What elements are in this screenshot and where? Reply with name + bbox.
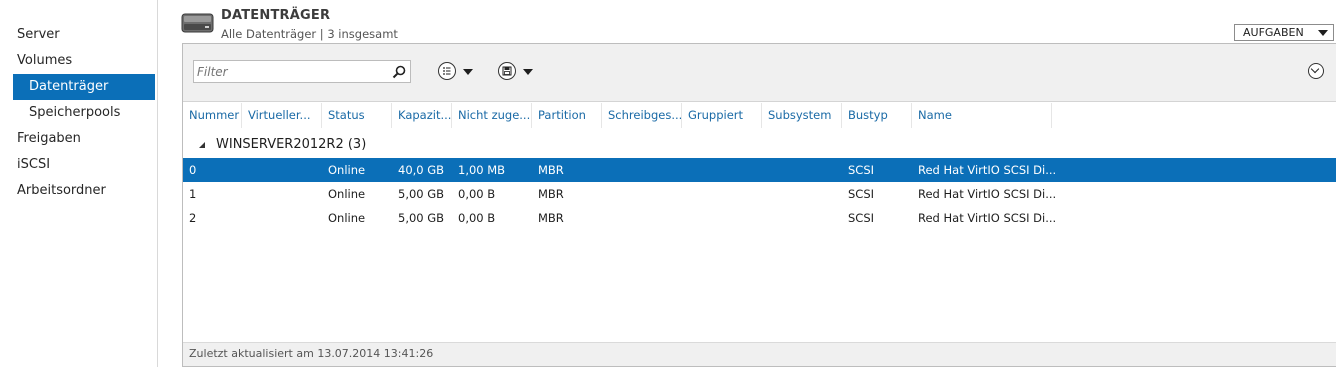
cell-bustyp: SCSI: [848, 187, 875, 201]
cell-name: Red Hat VirtIO SCSI Di...: [918, 163, 1057, 177]
cell-name: Red Hat VirtIO SCSI Di...: [918, 211, 1057, 225]
chevron-down-circle-icon[interactable]: [1308, 63, 1324, 79]
sidebar-item-volumes[interactable]: Volumes: [13, 48, 155, 74]
sidebar-item-speicherpools[interactable]: Speicherpools: [13, 100, 155, 126]
sidebar-item-freigaben[interactable]: Freigaben: [13, 126, 155, 152]
column-header-schreibgeschuetzt[interactable]: Schreibges...: [602, 103, 682, 128]
status-bar: Zuletzt aktualisiert am 13.07.2014 13:41…: [183, 342, 1336, 366]
toolbar: [183, 44, 1336, 102]
sidebar-item-datentraeger[interactable]: Datenträger: [13, 74, 155, 100]
cell-nummer: 2: [189, 211, 197, 225]
table-header: Nummer Virtueller... Status Kapazit... N…: [183, 103, 1336, 128]
tasks-label: AUFGABEN: [1243, 26, 1304, 39]
cell-bustyp: SCSI: [848, 211, 875, 225]
caret-down-icon: [463, 69, 473, 75]
cell-partition: MBR: [538, 187, 564, 201]
caret-down-icon: [523, 69, 533, 75]
sidebar-nav: Server Volumes Datenträger Speicherpools…: [0, 0, 158, 367]
list-options-button[interactable]: [438, 62, 478, 82]
disks-panel: Nummer Virtueller... Status Kapazit... N…: [182, 43, 1336, 367]
caret-down-icon: [1318, 30, 1328, 36]
column-header-virtueller[interactable]: Virtueller...: [242, 103, 322, 128]
column-header-gruppiert[interactable]: Gruppiert: [682, 103, 762, 128]
column-header-nummer[interactable]: Nummer: [183, 103, 242, 128]
table-row[interactable]: 2 Online 5,00 GB 0,00 B MBR SCSI Red Hat…: [183, 206, 1336, 230]
list-options-icon: [438, 62, 456, 80]
disk-drive-icon: [181, 12, 214, 34]
cell-kapazitaet: 40,0 GB: [398, 163, 445, 177]
group-label: WINSERVER2012R2 (3): [216, 137, 367, 152]
table-row[interactable]: 1 Online 5,00 GB 0,00 B MBR SCSI Red Hat…: [183, 182, 1336, 206]
tasks-dropdown-button[interactable]: AUFGABEN: [1234, 24, 1334, 41]
column-header-name[interactable]: Name: [912, 103, 1052, 128]
group-header[interactable]: WINSERVER2012R2 (3): [183, 133, 1336, 157]
column-header-bustyp[interactable]: Bustyp: [842, 103, 912, 128]
column-header-subsystem[interactable]: Subsystem: [762, 103, 842, 128]
cell-status: Online: [328, 163, 366, 177]
sidebar-item-server[interactable]: Server: [13, 22, 155, 48]
cell-partition: MBR: [538, 163, 564, 177]
cell-nicht-zugeordnet: 1,00 MB: [458, 163, 506, 177]
search-icon[interactable]: [392, 64, 406, 79]
save-icon: [498, 62, 516, 80]
cell-name: Red Hat VirtIO SCSI Di...: [918, 187, 1057, 201]
table-row[interactable]: 0 Online 40,0 GB 1,00 MB MBR SCSI Red Ha…: [183, 158, 1336, 182]
column-header-partition[interactable]: Partition: [532, 103, 602, 128]
cell-nummer: 1: [189, 187, 197, 201]
sidebar-item-arbeitsordner[interactable]: Arbeitsordner: [13, 178, 155, 204]
filter-input[interactable]: [194, 61, 384, 82]
cell-status: Online: [328, 187, 366, 201]
cell-nummer: 0: [189, 163, 197, 177]
cell-partition: MBR: [538, 211, 564, 225]
cell-nicht-zugeordnet: 0,00 B: [458, 211, 496, 225]
cell-status: Online: [328, 211, 366, 225]
column-header-status[interactable]: Status: [322, 103, 392, 128]
page-subtitle: Alle Datenträger | 3 insgesamt: [221, 27, 398, 41]
filter-box: [193, 60, 411, 83]
save-query-button[interactable]: [498, 62, 538, 82]
column-header-kapazitaet[interactable]: Kapazit...: [392, 103, 452, 128]
collapse-triangle-icon[interactable]: [199, 142, 205, 148]
cell-kapazitaet: 5,00 GB: [398, 211, 445, 225]
page-title: DATENTRÄGER: [221, 8, 331, 23]
cell-kapazitaet: 5,00 GB: [398, 187, 445, 201]
cell-nicht-zugeordnet: 0,00 B: [458, 187, 496, 201]
cell-bustyp: SCSI: [848, 163, 875, 177]
sidebar-item-iscsi[interactable]: iSCSI: [13, 152, 155, 178]
column-header-nicht-zugeordnet[interactable]: Nicht zuge...: [452, 103, 532, 128]
